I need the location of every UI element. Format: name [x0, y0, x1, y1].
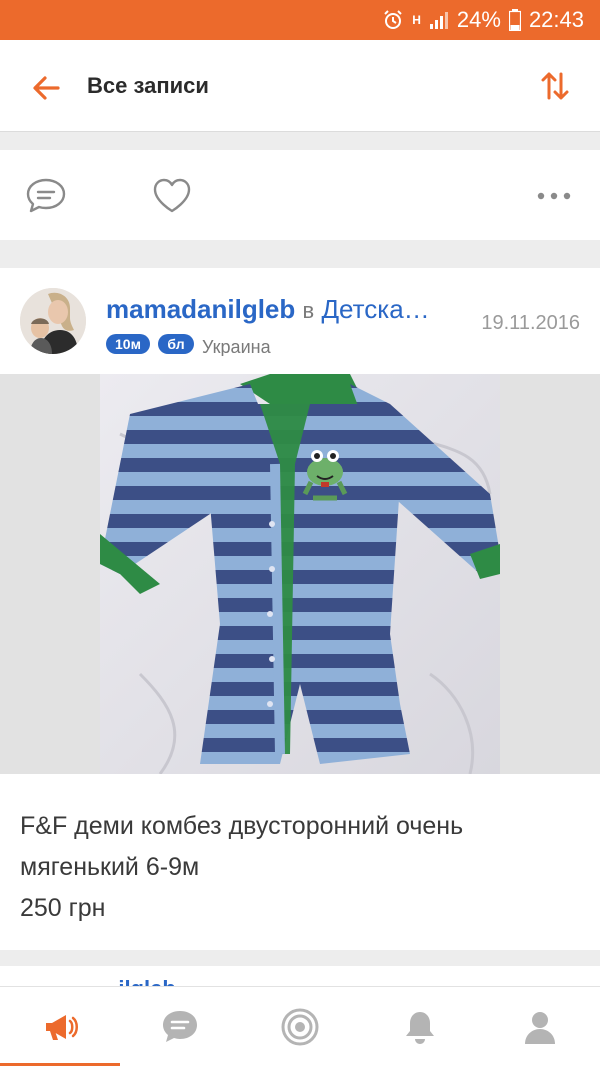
app-bar: Все записи [0, 40, 600, 132]
back-button[interactable] [28, 70, 64, 106]
battery-percent: 24% [456, 7, 501, 32]
arrow-left-icon [33, 76, 60, 100]
target-icon [281, 1008, 319, 1046]
clock: 22:43 [528, 7, 584, 32]
badge-child-age: 10м [106, 334, 150, 354]
post-text-line: 250 грн [20, 894, 106, 922]
comment-icon [26, 178, 66, 213]
nav-notifications[interactable] [360, 987, 480, 1066]
author-badges: 10м бл Украина [106, 334, 306, 356]
nav-discover[interactable] [240, 987, 360, 1066]
author-name[interactable]: mamadanilgleb [106, 294, 295, 324]
group-name[interactable]: Детска… [321, 294, 429, 324]
bottom-navigation [0, 986, 600, 1066]
post-text-line: мягенький 6-9м [20, 853, 200, 881]
profile-icon [525, 1012, 555, 1044]
bell-icon [406, 1012, 434, 1044]
post-text: F&F деми комбез двусторонний очень мяген… [20, 806, 580, 929]
megaphone-icon [46, 1015, 78, 1040]
next-post-card[interactable]: ...ilgleb [0, 966, 600, 986]
network-type-label: H [412, 13, 421, 27]
avatar-photo [20, 288, 86, 354]
chat-icon [163, 1011, 197, 1042]
status-bar: H 24% 22:43 [0, 0, 600, 40]
signal-icon [429, 10, 449, 30]
author-location: Украина [202, 337, 271, 356]
in-word: в [302, 298, 315, 323]
post-header-line: mamadanilgleb в Детска… [106, 294, 430, 325]
post-photo [100, 374, 500, 774]
nav-profile[interactable] [480, 987, 600, 1066]
post-card: mamadanilgleb в Детска… 19.11.2016 10м б… [0, 268, 600, 950]
status-bar-right: H 24% 22:43 [382, 0, 584, 40]
post-date: 19.11.2016 [481, 312, 580, 334]
like-button[interactable] [150, 174, 194, 218]
badge-city: бл [158, 334, 194, 354]
post-actions-bar [0, 150, 600, 240]
page-title: Все записи [87, 73, 209, 98]
battery-icon [508, 9, 521, 31]
sort-button[interactable] [540, 68, 570, 104]
more-button[interactable] [532, 174, 576, 218]
avatar[interactable] [20, 288, 86, 354]
nav-messages[interactable] [120, 987, 240, 1066]
nav-feed[interactable] [0, 987, 120, 1066]
heart-icon [153, 178, 191, 213]
post-photo-area[interactable] [0, 374, 600, 774]
next-post-author: ...ilgleb [100, 976, 176, 986]
post-text-line: F&F деми комбез двусторонний очень [20, 812, 464, 840]
comment-button[interactable] [24, 174, 68, 218]
more-dots-icon [537, 192, 571, 200]
sort-arrows-icon [541, 72, 569, 100]
alarm-icon [382, 9, 404, 31]
